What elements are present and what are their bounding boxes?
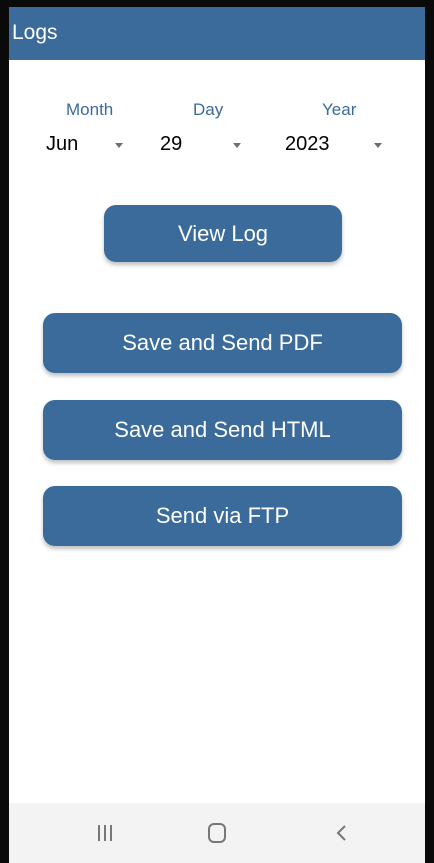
recent-apps-icon[interactable] [97,825,113,841]
day-label: Day [193,100,224,119]
main-content: Month Day Year Jun 29 2023 View Log Save… [9,60,425,803]
view-log-button[interactable]: View Log [104,205,342,262]
chevron-down-icon [233,143,241,148]
day-value: 29 [160,133,183,155]
page-title: Logs [12,21,58,44]
app-bar: Logs [9,7,425,60]
month-value: Jun [46,133,79,155]
save-send-pdf-button[interactable]: Save and Send PDF [43,313,402,373]
year-value: 2023 [285,133,330,155]
back-icon[interactable] [333,823,351,843]
month-label: Month [66,100,114,119]
save-send-html-button[interactable]: Save and Send HTML [43,400,402,460]
year-spinner[interactable]: 2023 [277,126,392,160]
day-spinner[interactable]: 29 [154,126,254,160]
year-label: Year [322,100,357,119]
chevron-down-icon [374,143,382,148]
chevron-down-icon [115,143,123,148]
home-icon[interactable] [208,823,226,843]
send-ftp-button[interactable]: Send via FTP [43,486,402,546]
month-spinner[interactable]: Jun [39,126,134,160]
system-nav-bar [9,803,425,863]
